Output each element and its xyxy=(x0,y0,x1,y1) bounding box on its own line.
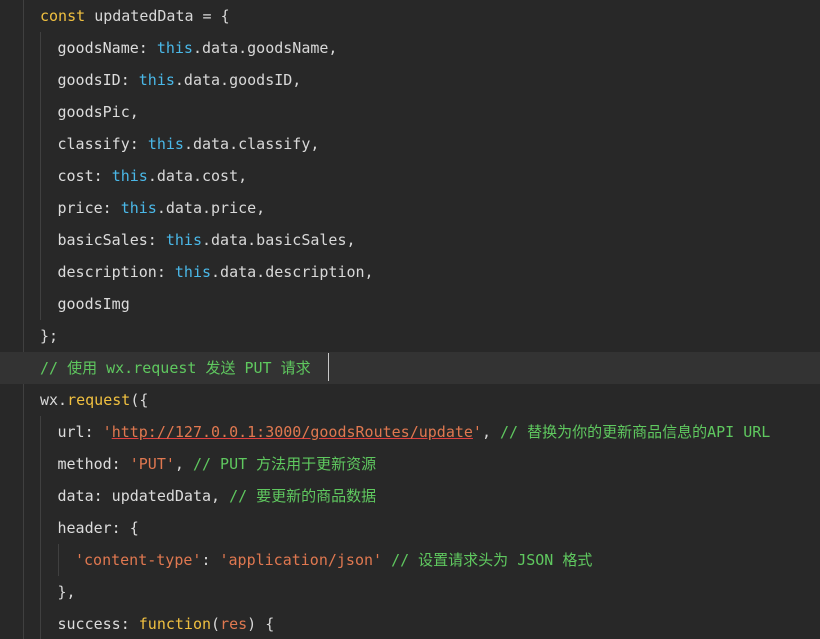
code-token: data: updatedData, xyxy=(57,487,230,505)
code-line[interactable]: price: this.data.price, xyxy=(0,192,820,224)
code-token: cost: xyxy=(57,167,112,185)
code-token: 'application/json' xyxy=(219,551,383,569)
code-token: price: xyxy=(57,199,121,217)
code-token: goodsImg xyxy=(57,295,130,313)
code-token: basicSales: xyxy=(57,231,166,249)
code-text: data: updatedData, // 要更新的商品数据 xyxy=(58,480,377,512)
code-token: }, xyxy=(57,583,76,601)
code-text: method: 'PUT', // PUT 方法用于更新资源 xyxy=(58,448,377,480)
code-token: .data.basicSales, xyxy=(202,231,356,249)
code-token: url: xyxy=(57,423,103,441)
code-token: this xyxy=(156,39,193,57)
code-line[interactable]: goodsName: this.data.goodsName, xyxy=(0,32,820,64)
code-token: // PUT 方法用于更新资源 xyxy=(192,455,377,473)
code-line[interactable]: method: 'PUT', // PUT 方法用于更新资源 xyxy=(0,448,820,480)
code-token: ' xyxy=(472,423,482,441)
code-token: 'content-type' xyxy=(75,551,202,569)
code-text: wx.request({ xyxy=(40,384,148,416)
code-line[interactable]: wx.request({ xyxy=(0,384,820,416)
code-text: goodsPic, xyxy=(58,96,139,128)
code-line[interactable]: url: 'http://127.0.0.1:3000/goodsRoutes/… xyxy=(0,416,820,448)
code-token: header: { xyxy=(57,519,139,537)
code-token: classify: xyxy=(57,135,148,153)
code-line[interactable]: cost: this.data.cost, xyxy=(0,160,820,192)
code-token: this xyxy=(120,199,157,217)
code-token: ' xyxy=(102,423,112,441)
code-token: this xyxy=(111,167,148,185)
code-token: goodsID: xyxy=(57,71,139,89)
code-text: description: this.data.description, xyxy=(58,256,374,288)
code-text: goodsID: this.data.goodsID, xyxy=(58,64,302,96)
code-text: header: { xyxy=(58,512,139,544)
code-text: url: 'http://127.0.0.1:3000/goodsRoutes/… xyxy=(58,416,771,448)
code-token: , xyxy=(481,423,501,441)
code-text: }, xyxy=(58,576,76,608)
code-token: ) { xyxy=(247,615,275,633)
code-line[interactable]: basicSales: this.data.basicSales, xyxy=(0,224,820,256)
code-token: request xyxy=(67,391,131,409)
code-text: goodsImg xyxy=(58,288,130,320)
code-token: ( xyxy=(211,615,221,633)
code-text: // 使用 wx.request 发送 PUT 请求 xyxy=(40,352,320,384)
code-token: .data.classify, xyxy=(183,135,320,153)
code-line[interactable]: 'content-type': 'application/json' // 设置… xyxy=(0,544,820,576)
code-token: this xyxy=(165,231,202,249)
code-text: }; xyxy=(40,320,58,352)
code-token: method: xyxy=(57,455,130,473)
code-token: 'PUT' xyxy=(129,455,175,473)
code-editor[interactable]: const updatedData = {goodsName: this.dat… xyxy=(0,0,820,639)
code-token: res xyxy=(220,615,248,633)
code-token: description: xyxy=(57,263,175,281)
code-token: : xyxy=(201,551,220,569)
code-token: this xyxy=(138,71,175,89)
code-token: .data.goodsID, xyxy=(174,71,302,89)
code-token: const xyxy=(40,7,95,25)
code-token: goodsName: xyxy=(57,39,157,57)
code-token: ({ xyxy=(130,391,149,409)
code-token: // 使用 wx.request 发送 PUT 请求 xyxy=(40,359,320,377)
code-token: // 替换为你的更新商品信息的API URL xyxy=(500,423,771,441)
code-token: this xyxy=(147,135,184,153)
code-token: http://127.0.0.1:3000/goodsRoutes/update xyxy=(111,423,473,441)
code-token: // 要更新的商品数据 xyxy=(229,487,377,505)
code-line[interactable]: }; xyxy=(0,320,820,352)
code-text: basicSales: this.data.basicSales, xyxy=(58,224,356,256)
code-line[interactable]: const updatedData = { xyxy=(0,0,820,32)
code-token: .data.description, xyxy=(211,263,374,281)
code-token: wx. xyxy=(40,391,68,409)
code-token: .data.goodsName, xyxy=(192,39,338,57)
code-text: const updatedData = { xyxy=(40,0,230,32)
code-text: cost: this.data.cost, xyxy=(58,160,248,192)
code-line[interactable]: header: { xyxy=(0,512,820,544)
code-token: // 设置请求头为 JSON 格式 xyxy=(391,551,593,569)
code-line[interactable]: goodsPic, xyxy=(0,96,820,128)
code-line[interactable]: goodsImg xyxy=(0,288,820,320)
code-text: success: function(res) { xyxy=(58,608,275,639)
code-text: goodsName: this.data.goodsName, xyxy=(58,32,338,64)
text-caret xyxy=(328,353,329,381)
code-line[interactable]: goodsID: this.data.goodsID, xyxy=(0,64,820,96)
code-token: , xyxy=(174,455,193,473)
code-line[interactable]: }, xyxy=(0,576,820,608)
code-token: success: xyxy=(57,615,139,633)
code-token: updatedData = { xyxy=(94,7,230,25)
code-line[interactable]: description: this.data.description, xyxy=(0,256,820,288)
code-token: function xyxy=(138,615,212,633)
code-token: .data.cost, xyxy=(147,167,248,185)
code-token: }; xyxy=(40,327,59,345)
code-text: 'content-type': 'application/json' // 设置… xyxy=(75,544,592,576)
code-line-current[interactable]: // 使用 wx.request 发送 PUT 请求 xyxy=(0,352,820,384)
code-line[interactable]: classify: this.data.classify, xyxy=(0,128,820,160)
code-line[interactable]: success: function(res) { xyxy=(0,608,820,639)
code-token: .data.price, xyxy=(156,199,266,217)
code-token: this xyxy=(174,263,212,281)
code-text: classify: this.data.classify, xyxy=(58,128,320,160)
code-line[interactable]: data: updatedData, // 要更新的商品数据 xyxy=(0,480,820,512)
code-token: goodsPic, xyxy=(57,103,139,121)
code-text: price: this.data.price, xyxy=(58,192,266,224)
